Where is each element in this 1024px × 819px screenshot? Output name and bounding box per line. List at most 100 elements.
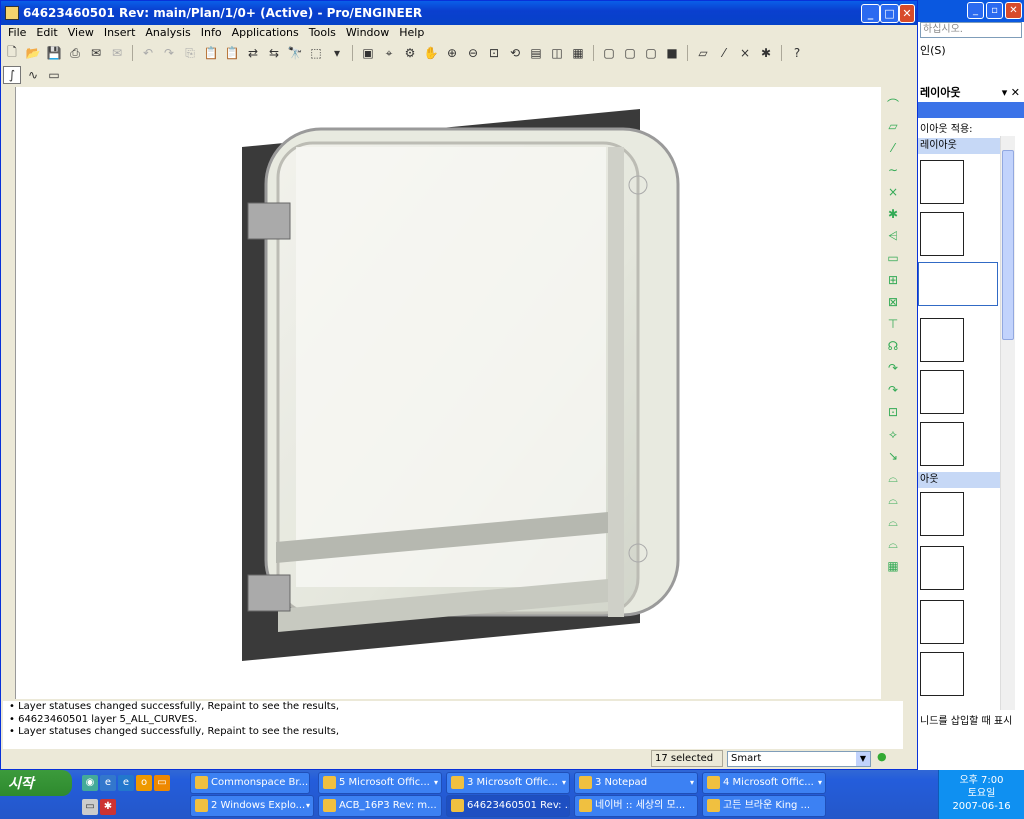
layout-thumbnail[interactable] bbox=[920, 212, 964, 256]
datum-points-icon[interactable]: × bbox=[736, 44, 754, 62]
layers-icon[interactable]: ◫ bbox=[548, 44, 566, 62]
saved-views-icon[interactable]: ▤ bbox=[527, 44, 545, 62]
surface-icon[interactable]: ⌓ bbox=[884, 469, 902, 487]
pan-icon[interactable]: ✋ bbox=[422, 44, 440, 62]
analysis-icon[interactable]: ⩤ bbox=[884, 227, 902, 245]
reorient-icon[interactable]: ⟲ bbox=[506, 44, 524, 62]
menu-insert[interactable]: Insert bbox=[99, 25, 141, 41]
coordinate-systems-icon[interactable]: ✱ bbox=[757, 44, 775, 62]
menu-view[interactable]: View bbox=[63, 25, 99, 41]
repaint-icon[interactable]: ▣ bbox=[359, 44, 377, 62]
send-icon[interactable]: ✉ bbox=[87, 44, 105, 62]
question-input[interactable]: 하십시오. bbox=[920, 22, 1022, 38]
undo-icon[interactable]: ↶ bbox=[139, 44, 157, 62]
task-button[interactable]: 고든 브라운 King ... bbox=[702, 795, 826, 817]
regenerate-icon[interactable]: ⇄ bbox=[244, 44, 262, 62]
layout-thumbnail[interactable] bbox=[920, 160, 964, 204]
quicklaunch-icon[interactable]: e bbox=[100, 775, 116, 791]
minimize-button[interactable]: _ bbox=[967, 2, 984, 19]
save-icon[interactable]: 💾 bbox=[45, 44, 63, 62]
round-icon[interactable]: ↷ bbox=[884, 381, 902, 399]
wireframe-icon[interactable]: ▢ bbox=[600, 44, 618, 62]
graphics-viewport[interactable] bbox=[15, 87, 881, 699]
orient-mode-icon[interactable]: ⚙ bbox=[401, 44, 419, 62]
copy-icon[interactable]: ⎘ bbox=[181, 44, 199, 62]
zoom-out-icon[interactable]: ⊖ bbox=[464, 44, 482, 62]
task-button[interactable]: 2 Windows Explo... ▾ bbox=[190, 795, 314, 817]
minimize-button[interactable]: _ bbox=[861, 4, 880, 23]
maximize-button[interactable]: □ bbox=[880, 4, 899, 23]
print-icon[interactable]: ⎙ bbox=[66, 44, 84, 62]
model-tree-icon[interactable]: ▭ bbox=[45, 66, 63, 84]
layout-thumbnail[interactable] bbox=[920, 600, 964, 644]
show-on-insert-option[interactable]: 니드를 삽입할 때 표시 bbox=[920, 712, 1012, 727]
datum-plane-icon[interactable]: ▱ bbox=[884, 117, 902, 135]
task-button[interactable]: ACB_16P3 Rev: m... bbox=[318, 795, 442, 817]
start-button[interactable]: 시작 bbox=[0, 770, 72, 796]
view-manager-icon[interactable]: ▦ bbox=[569, 44, 587, 62]
menu-edit[interactable]: Edit bbox=[31, 25, 62, 41]
pattern-icon[interactable]: ⊡ bbox=[884, 403, 902, 421]
insert-part-icon[interactable]: ⊞ bbox=[884, 271, 902, 289]
extend-icon[interactable]: ⌓ bbox=[884, 535, 902, 553]
menu-tools[interactable]: Tools bbox=[304, 25, 341, 41]
close-button[interactable]: ✕ bbox=[899, 4, 915, 23]
merge-icon[interactable]: ☊ bbox=[884, 337, 902, 355]
spin-center-icon[interactable]: ⌖ bbox=[380, 44, 398, 62]
zoom-in-icon[interactable]: ⊕ bbox=[443, 44, 461, 62]
task-button[interactable]: 3 Notepad ▾ bbox=[574, 772, 698, 794]
folder-icon[interactable]: ▭ bbox=[154, 775, 170, 791]
new-icon[interactable]: 🗋 bbox=[3, 44, 21, 62]
task-button-active[interactable]: 64623460501 Rev: ... bbox=[446, 795, 570, 817]
datum-axis-icon[interactable]: ⁄ bbox=[884, 139, 902, 157]
chevron-down-icon[interactable]: ▾ ✕ bbox=[1002, 84, 1020, 102]
selection-box-icon[interactable]: ⬚ bbox=[307, 44, 325, 62]
layout-thumbnail[interactable] bbox=[920, 652, 964, 696]
layout-thumbnail[interactable] bbox=[920, 422, 964, 466]
search-label[interactable]: 인(S) bbox=[920, 42, 946, 58]
task-button[interactable]: 네이버 :: 세상의 모... bbox=[574, 795, 698, 817]
task-button[interactable]: Commonspace Br... bbox=[190, 772, 310, 794]
message-scrollbar[interactable] bbox=[903, 701, 917, 749]
restore-button[interactable]: ▫ bbox=[986, 2, 1003, 19]
datum-axes-icon[interactable]: ⁄ bbox=[715, 44, 733, 62]
task-button[interactable]: 3 Microsoft Offic... ▾ bbox=[446, 772, 570, 794]
send-disabled-icon[interactable]: ✉ bbox=[108, 44, 126, 62]
scroll-thumb[interactable] bbox=[1002, 150, 1014, 340]
close-button[interactable]: ✕ bbox=[1005, 2, 1022, 19]
trim-icon[interactable]: ⌓ bbox=[884, 491, 902, 509]
layout-thumbnail[interactable] bbox=[920, 370, 964, 414]
sketch-datum-icon[interactable]: ⌒ bbox=[884, 95, 902, 113]
datum-point-icon[interactable]: × bbox=[884, 183, 902, 201]
redo-icon[interactable]: ↷ bbox=[160, 44, 178, 62]
mirror-icon[interactable]: ⟡ bbox=[884, 425, 902, 443]
offset-icon[interactable]: ⌓ bbox=[884, 513, 902, 531]
annotation-icon[interactable]: ▭ bbox=[884, 249, 902, 267]
grid-icon[interactable]: ▦ bbox=[884, 557, 902, 575]
context-help-icon[interactable]: ? bbox=[788, 44, 806, 62]
chevron-down-icon[interactable]: ▾ bbox=[328, 44, 346, 62]
sketch-icon[interactable]: ∫ bbox=[3, 66, 21, 84]
menu-file[interactable]: File bbox=[3, 25, 31, 41]
cut-icon[interactable]: ↷ bbox=[884, 359, 902, 377]
hidden-line-icon[interactable]: ▢ bbox=[621, 44, 639, 62]
menu-applications[interactable]: Applications bbox=[227, 25, 304, 41]
chevron-down-icon[interactable]: ▼ bbox=[856, 752, 870, 766]
show-desktop-icon[interactable]: ▭ bbox=[82, 799, 98, 815]
edge-chain-icon[interactable]: ∿ bbox=[24, 66, 42, 84]
shading-icon[interactable]: ■ bbox=[663, 44, 681, 62]
open-icon[interactable]: 📂 bbox=[24, 44, 42, 62]
title-bar[interactable]: 64623460501 Rev: main/Plan/1/0+ (Active)… bbox=[1, 1, 917, 25]
task-pane-scrollbar[interactable] bbox=[1000, 136, 1015, 710]
menu-info[interactable]: Info bbox=[196, 25, 227, 41]
refit-icon[interactable]: ⊡ bbox=[485, 44, 503, 62]
move-icon[interactable]: ↘ bbox=[884, 447, 902, 465]
menu-window[interactable]: Window bbox=[341, 25, 394, 41]
outlook-icon[interactable]: o bbox=[136, 775, 152, 791]
datum-planes-icon[interactable]: ▱ bbox=[694, 44, 712, 62]
layout-thumbnail[interactable] bbox=[920, 492, 964, 536]
shrinkwrap-icon[interactable]: ⊤ bbox=[884, 315, 902, 333]
copy-geometry-icon[interactable]: ⊠ bbox=[884, 293, 902, 311]
quicklaunch-icon[interactable]: ◉ bbox=[82, 775, 98, 791]
task-button[interactable]: 5 Microsoft Offic... ▾ bbox=[318, 772, 442, 794]
